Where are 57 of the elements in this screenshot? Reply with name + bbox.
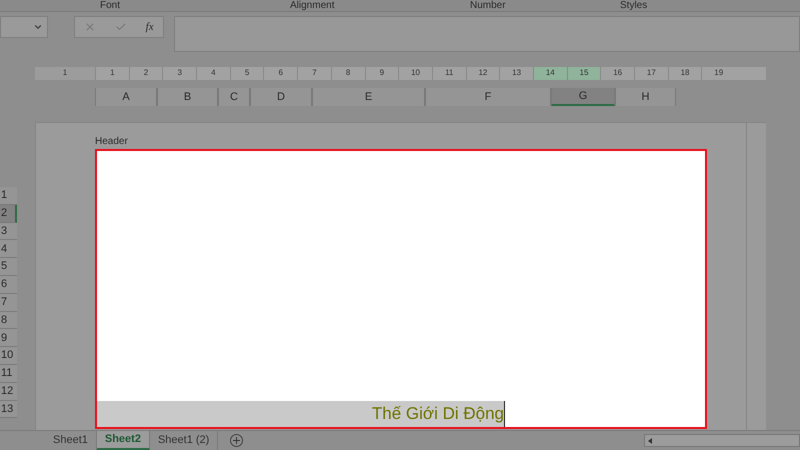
name-box[interactable] <box>0 16 48 38</box>
column-header[interactable]: A <box>95 88 157 106</box>
ruler-segment: 7 <box>297 67 331 80</box>
sheet-tab[interactable]: Sheet1 (2) <box>150 431 218 450</box>
row-header[interactable]: 7 <box>0 294 17 312</box>
ruler-number: 1 <box>62 67 68 79</box>
ruler-segment: 16 <box>600 67 634 80</box>
enter-icon[interactable] <box>115 21 127 33</box>
ribbon-group-label: Font <box>100 0 120 11</box>
column-header[interactable]: C <box>218 88 250 106</box>
ruler-segment: 15 <box>566 67 600 80</box>
row-header[interactable]: 13 <box>0 400 17 418</box>
ruler-segment: 6 <box>263 67 298 80</box>
ruler-segment: 17 <box>634 67 668 80</box>
row-header[interactable]: 5 <box>0 258 17 276</box>
ruler-segment: 4 <box>196 67 230 80</box>
row-header[interactable]: 1 <box>0 187 17 205</box>
ruler-segment: 11 <box>432 67 466 80</box>
ruler-segment: 14 <box>532 67 567 80</box>
sheet-tab[interactable]: Sheet2 <box>96 431 150 450</box>
formula-field[interactable] <box>174 16 800 52</box>
row-header[interactable]: 4 <box>0 240 17 258</box>
ruler-segment: 18 <box>668 67 702 80</box>
dropdown-icon <box>33 22 43 32</box>
column-header[interactable]: B <box>157 88 218 106</box>
column-header[interactable]: D <box>250 88 312 106</box>
row-header[interactable]: 6 <box>0 276 17 294</box>
row-header[interactable]: 9 <box>0 329 17 348</box>
ruler-segment: 5 <box>230 67 264 80</box>
ribbon-group-label: Alignment <box>290 0 334 11</box>
scroll-left-icon[interactable] <box>648 438 652 444</box>
column-header[interactable]: G <box>551 88 615 106</box>
insert-function-button[interactable]: fx <box>146 18 154 36</box>
horizontal-scrollbar[interactable] <box>644 434 800 447</box>
cancel-icon[interactable] <box>84 21 96 33</box>
ribbon-group-label: Styles <box>620 0 648 11</box>
ruler-segment: 10 <box>398 67 432 80</box>
cell-text: Thế Giới Di Động <box>372 403 504 426</box>
row-header[interactable]: 12 <box>0 382 17 401</box>
header-label: Header <box>95 135 129 149</box>
row-header[interactable]: 3 <box>0 222 17 240</box>
ruler-segment: 12 <box>466 67 500 80</box>
ruler-segment: 19 <box>701 67 736 80</box>
ruler-segment: 2 <box>128 67 162 80</box>
ribbon-group-label: Number <box>470 0 506 11</box>
add-sheet-icon[interactable] <box>230 434 244 447</box>
ruler-segment: 8 <box>330 67 364 80</box>
row-header[interactable]: 8 <box>0 312 17 330</box>
row-header[interactable]: 11 <box>0 364 17 383</box>
column-header[interactable]: F <box>425 88 551 106</box>
row-header[interactable]: 10 <box>0 347 17 365</box>
row-header[interactable]: 2 <box>0 204 17 223</box>
column-header[interactable]: E <box>312 88 425 106</box>
ruler-segment: 3 <box>162 67 196 80</box>
ruler-segment: 9 <box>364 67 398 80</box>
column-header[interactable]: H <box>615 88 676 106</box>
ruler-segment: 1 <box>95 67 129 80</box>
